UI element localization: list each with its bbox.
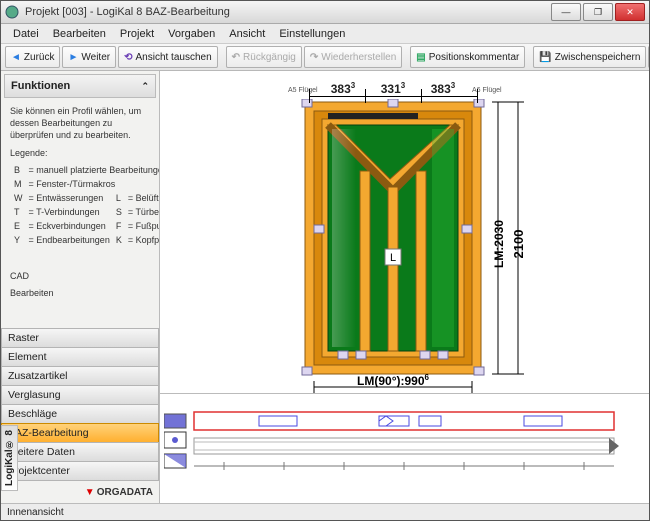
menu-datei[interactable]: Datei: [7, 26, 45, 42]
swap-view-button[interactable]: ⟲Ansicht tauschen: [118, 46, 218, 68]
brand-logo: ▼ORGADATA: [1, 481, 159, 503]
titlebar: Projekt [003] - LogiKal 8 BAZ-Bearbeitun…: [1, 1, 649, 24]
dim-side-2: 2100: [511, 230, 526, 259]
acc-verglasung[interactable]: Verglasung: [1, 385, 159, 404]
accordion: Raster Element Zusatzartikel Verglasung …: [1, 328, 159, 481]
statusbar: Innenansicht: [1, 503, 649, 520]
forward-button[interactable]: ►Weiter: [62, 46, 116, 68]
drawing-area[interactable]: A5 Flügel A6 Flügel 3833 3313 3833: [160, 71, 649, 393]
legend-title: Legende:: [10, 147, 150, 159]
poskommentar-button[interactable]: ▤Positionskommentar: [410, 46, 525, 68]
sidebar-link-cad[interactable]: CAD: [10, 270, 150, 282]
toolbar: ◄Zurück ►Weiter ⟲Ansicht tauschen ↶Rückg…: [1, 44, 649, 71]
funktionen-intro: Sie können ein Profil wählen, um dessen …: [10, 105, 150, 141]
vertical-tab[interactable]: LogiKal® 8: [1, 425, 18, 491]
dim-top-2: 3313: [368, 81, 418, 96]
window-title: Projekt [003] - LogiKal 8 BAZ-Bearbeitun…: [25, 6, 551, 18]
dim-side-1: LM:2030: [492, 220, 506, 268]
menubar: Datei Bearbeiten Projekt Vorgaben Ansich…: [1, 24, 649, 44]
acc-weitere-daten[interactable]: Weitere Daten: [1, 442, 159, 461]
zwischenspeichern-button[interactable]: 💾Zwischenspeichern: [533, 46, 646, 68]
redo-button: ↷Wiederherstellen: [304, 46, 402, 68]
dim-top-3: 3833: [418, 81, 468, 96]
dim-bottom-1: LM(90°):9906: [357, 373, 429, 388]
arrow-label-left: A5 Flügel: [288, 87, 318, 94]
acc-projektcenter[interactable]: Projektcenter: [1, 461, 159, 481]
app-icon: [5, 5, 19, 19]
acc-zusatzartikel[interactable]: Zusatzartikel: [1, 366, 159, 385]
acc-beschlaege[interactable]: Beschläge: [1, 404, 159, 423]
center-label: L: [390, 252, 396, 264]
dim-top-1: 3833: [318, 81, 368, 96]
maximize-button[interactable]: ❐: [583, 3, 613, 21]
menu-projekt[interactable]: Projekt: [114, 26, 160, 42]
collapse-icon[interactable]: ⌃: [141, 81, 149, 92]
menu-vorgaben[interactable]: Vorgaben: [162, 26, 221, 42]
element-drawing[interactable]: LM:2030 2100: [300, 99, 600, 393]
menu-bearbeiten[interactable]: Bearbeiten: [47, 26, 112, 42]
close-button[interactable]: ✕: [615, 3, 645, 21]
back-button[interactable]: ◄Zurück: [5, 46, 60, 68]
status-text: Innenansicht: [7, 507, 64, 518]
legend-table: B= manuell platzierte Bearbeitungen M= F…: [10, 162, 159, 249]
sidebar: Funktionen ⌃ Sie können ein Profil wähle…: [1, 71, 160, 503]
acc-baz-bearbeitung[interactable]: BAZ-Bearbeitung: [1, 423, 159, 442]
minimize-button[interactable]: —: [551, 3, 581, 21]
menu-ansicht[interactable]: Ansicht: [223, 26, 271, 42]
sidebar-link-bearbeiten[interactable]: Bearbeiten: [10, 287, 150, 299]
funktionen-header[interactable]: Funktionen ⌃: [4, 74, 156, 98]
profile-drawing[interactable]: [164, 408, 624, 498]
funktionen-body: Sie können ein Profil wählen, um dessen …: [4, 101, 156, 307]
abbrechen-button[interactable]: ✖Elementeingabe abbrechen: [648, 46, 649, 68]
acc-element[interactable]: Element: [1, 347, 159, 366]
profile-pane[interactable]: [160, 393, 649, 503]
menu-einstellungen[interactable]: Einstellungen: [273, 26, 351, 42]
undo-button: ↶Rückgängig: [226, 46, 302, 68]
acc-raster[interactable]: Raster: [1, 328, 159, 347]
